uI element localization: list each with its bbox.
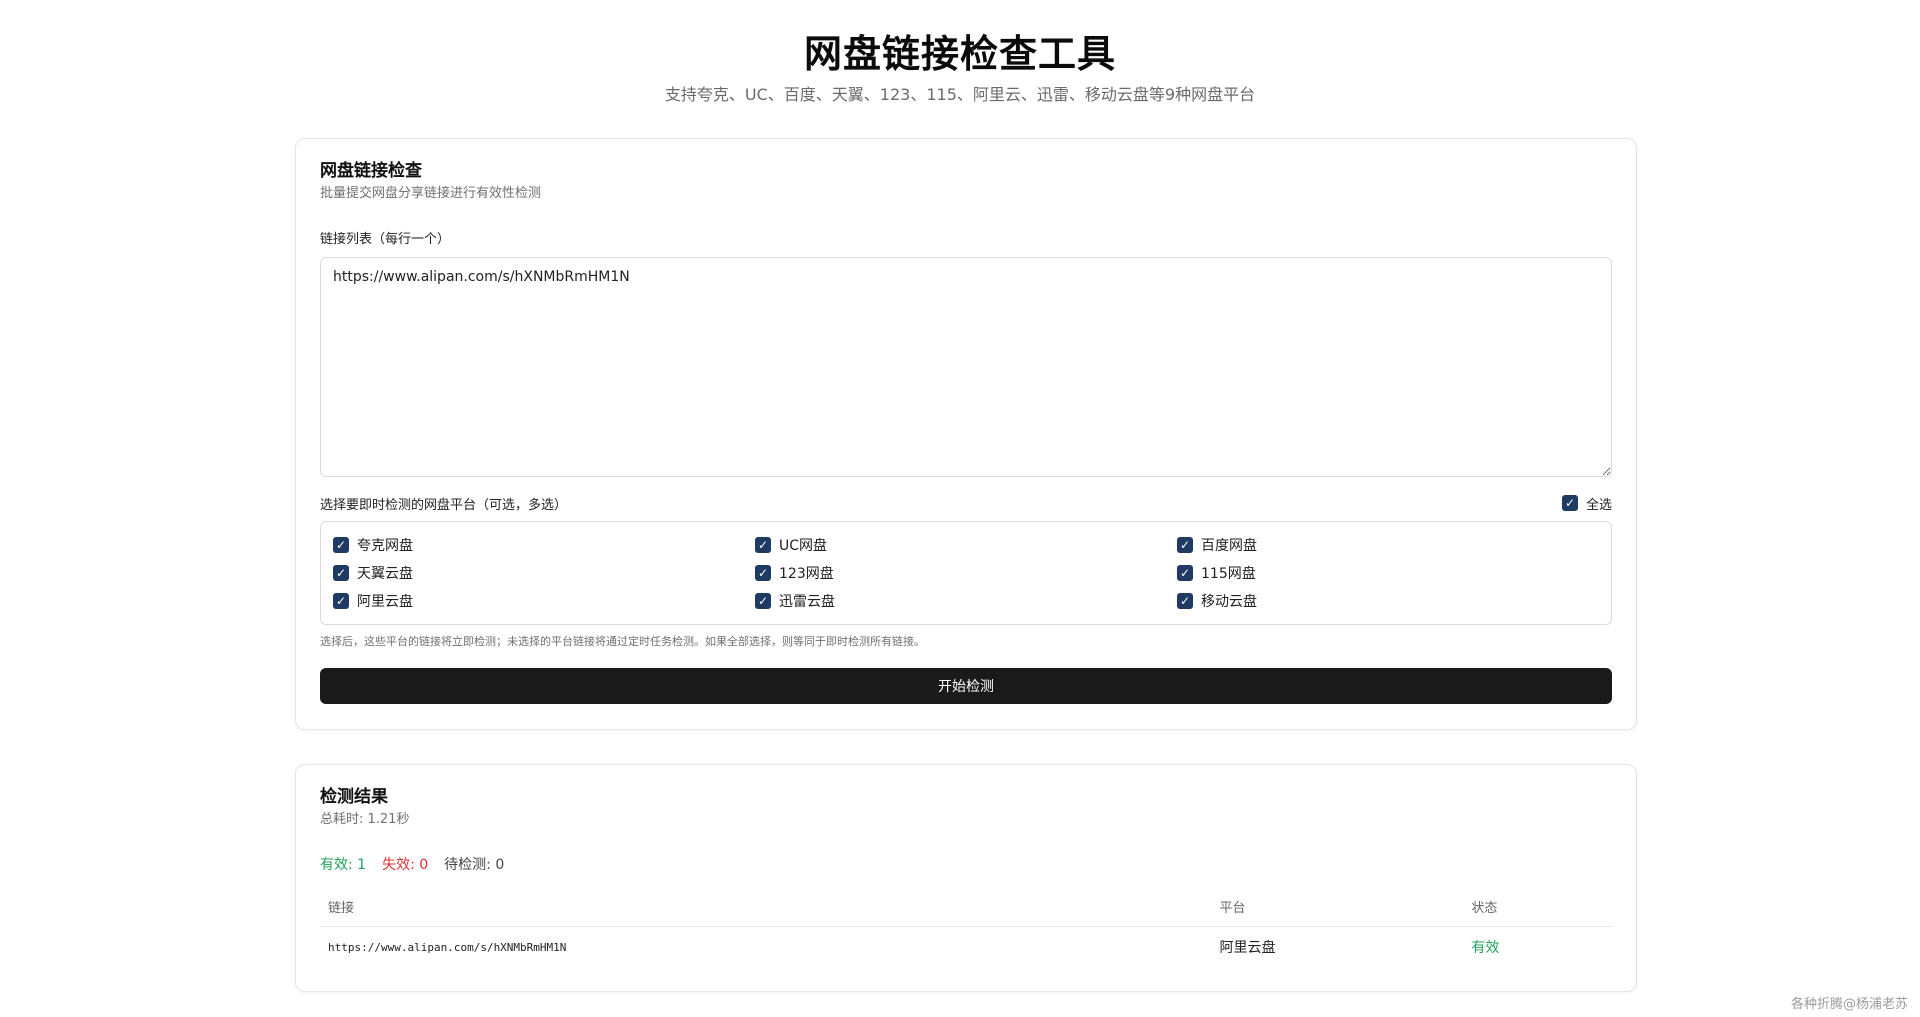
platform-label-text: 百度网盘 (1201, 538, 1257, 554)
results-title: 检测结果 (320, 787, 388, 807)
checkmark-icon: ✓ (1177, 565, 1193, 581)
watermark: 各种折腾@杨浦老苏 (1790, 997, 1908, 1012)
result-stats: 有效: 1 失效: 0 待检测: 0 (320, 855, 1612, 875)
checkmark-icon: ✓ (755, 537, 771, 553)
row-link: https://www.alipan.com/s/hXNMbRmHM1N (328, 940, 567, 954)
platform-label-text: 迅雷云盘 (779, 594, 835, 610)
column-header-platform: 平台 (1211, 897, 1464, 927)
platform-checkbox-123[interactable]: ✓ 123网盘 (755, 563, 1177, 583)
column-header-status: 状态 (1463, 897, 1612, 927)
platform-list: ✓ 夸克网盘 ✓ UC网盘 ✓ 百度网盘 ✓ 天翼云盘 ✓ 123网盘 ✓ 11… (320, 521, 1612, 625)
checkmark-icon: ✓ (755, 565, 771, 581)
card-title: 网盘链接检查 (320, 161, 422, 181)
checkmark-icon: ✓ (333, 537, 349, 553)
valid-count: 有效: 1 (320, 857, 367, 873)
platform-label-text: 阿里云盘 (357, 594, 413, 610)
platform-checkbox-uc[interactable]: ✓ UC网盘 (755, 535, 1177, 555)
results-table: 链接 平台 状态 https://www.alipan.com/s/hXNMbR… (320, 897, 1612, 957)
platform-label-text: 115网盘 (1201, 566, 1256, 582)
platform-checkbox-115[interactable]: ✓ 115网盘 (1177, 563, 1599, 583)
table-header-row: 链接 平台 状态 (320, 897, 1612, 927)
page-subtitle: 支持夸克、UC、百度、天翼、123、115、阿里云、迅雷、移动云盘等9种网盘平台 (664, 85, 1256, 104)
checkmark-icon: ✓ (333, 593, 349, 609)
start-check-button[interactable]: 开始检测 (320, 668, 1612, 704)
platform-checkbox-xunlei[interactable]: ✓ 迅雷云盘 (755, 591, 1177, 611)
select-all-label: 全选 (1585, 497, 1612, 513)
elapsed-time: 总耗时: 1.21秒 (320, 812, 410, 827)
link-check-card: 网盘链接检查 批量提交网盘分享链接进行有效性检测 链接列表（每行一个） http… (295, 138, 1637, 730)
platform-checkbox-baidu[interactable]: ✓ 百度网盘 (1177, 535, 1599, 555)
checkmark-icon: ✓ (1561, 495, 1578, 511)
page: 网盘链接检查工具 支持夸克、UC、百度、天翼、123、115、阿里云、迅雷、移动… (0, 0, 1920, 1017)
select-all-checkbox[interactable]: ✓ 全选 (1561, 494, 1612, 513)
checkmark-icon: ✓ (1177, 537, 1193, 553)
platform-label-text: 移动云盘 (1201, 594, 1257, 610)
platform-header: 选择要即时检测的网盘平台（可选，多选） ✓ 全选 (320, 493, 1612, 513)
platform-label-text: 天翼云盘 (357, 566, 413, 582)
results-card: 检测结果 总耗时: 1.21秒 有效: 1 失效: 0 待检测: 0 链接 平台… (295, 764, 1637, 992)
platform-note: 选择后，这些平台的链接将立即检测；未选择的平台链接将通过定时任务检测。如果全部选… (320, 635, 925, 648)
platform-label-text: 夸克网盘 (357, 538, 413, 554)
column-header-link: 链接 (320, 897, 1212, 927)
checkmark-icon: ✓ (1177, 593, 1193, 609)
checkmark-icon: ✓ (755, 593, 771, 609)
platform-label: 选择要即时检测的网盘平台（可选，多选） (320, 497, 568, 513)
row-status: 有效 (1471, 940, 1500, 956)
page-header: 网盘链接检查工具 支持夸克、UC、百度、天翼、123、115、阿里云、迅雷、移动… (0, 0, 1920, 106)
platform-checkbox-aliyun[interactable]: ✓ 阿里云盘 (333, 591, 755, 611)
checkmark-icon: ✓ (333, 565, 349, 581)
platform-checkbox-tianyi[interactable]: ✓ 天翼云盘 (333, 563, 755, 583)
invalid-count: 失效: 0 (382, 857, 429, 873)
table-row: https://www.alipan.com/s/hXNMbRmHM1N 阿里云… (320, 927, 1612, 958)
row-platform: 阿里云盘 (1219, 940, 1276, 956)
platform-checkbox-mobile[interactable]: ✓ 移动云盘 (1177, 591, 1599, 611)
pending-count: 待检测: 0 (444, 857, 505, 873)
links-label: 链接列表（每行一个） (320, 232, 451, 247)
platform-checkbox-quark[interactable]: ✓ 夸克网盘 (333, 535, 755, 555)
platform-label-text: 123网盘 (779, 566, 834, 582)
platform-label-text: UC网盘 (779, 538, 828, 554)
links-textarea[interactable]: https://www.alipan.com/s/hXNMbRmHM1N (320, 257, 1612, 477)
page-title: 网盘链接检查工具 (803, 32, 1116, 76)
card-description: 批量提交网盘分享链接进行有效性检测 (320, 186, 542, 201)
